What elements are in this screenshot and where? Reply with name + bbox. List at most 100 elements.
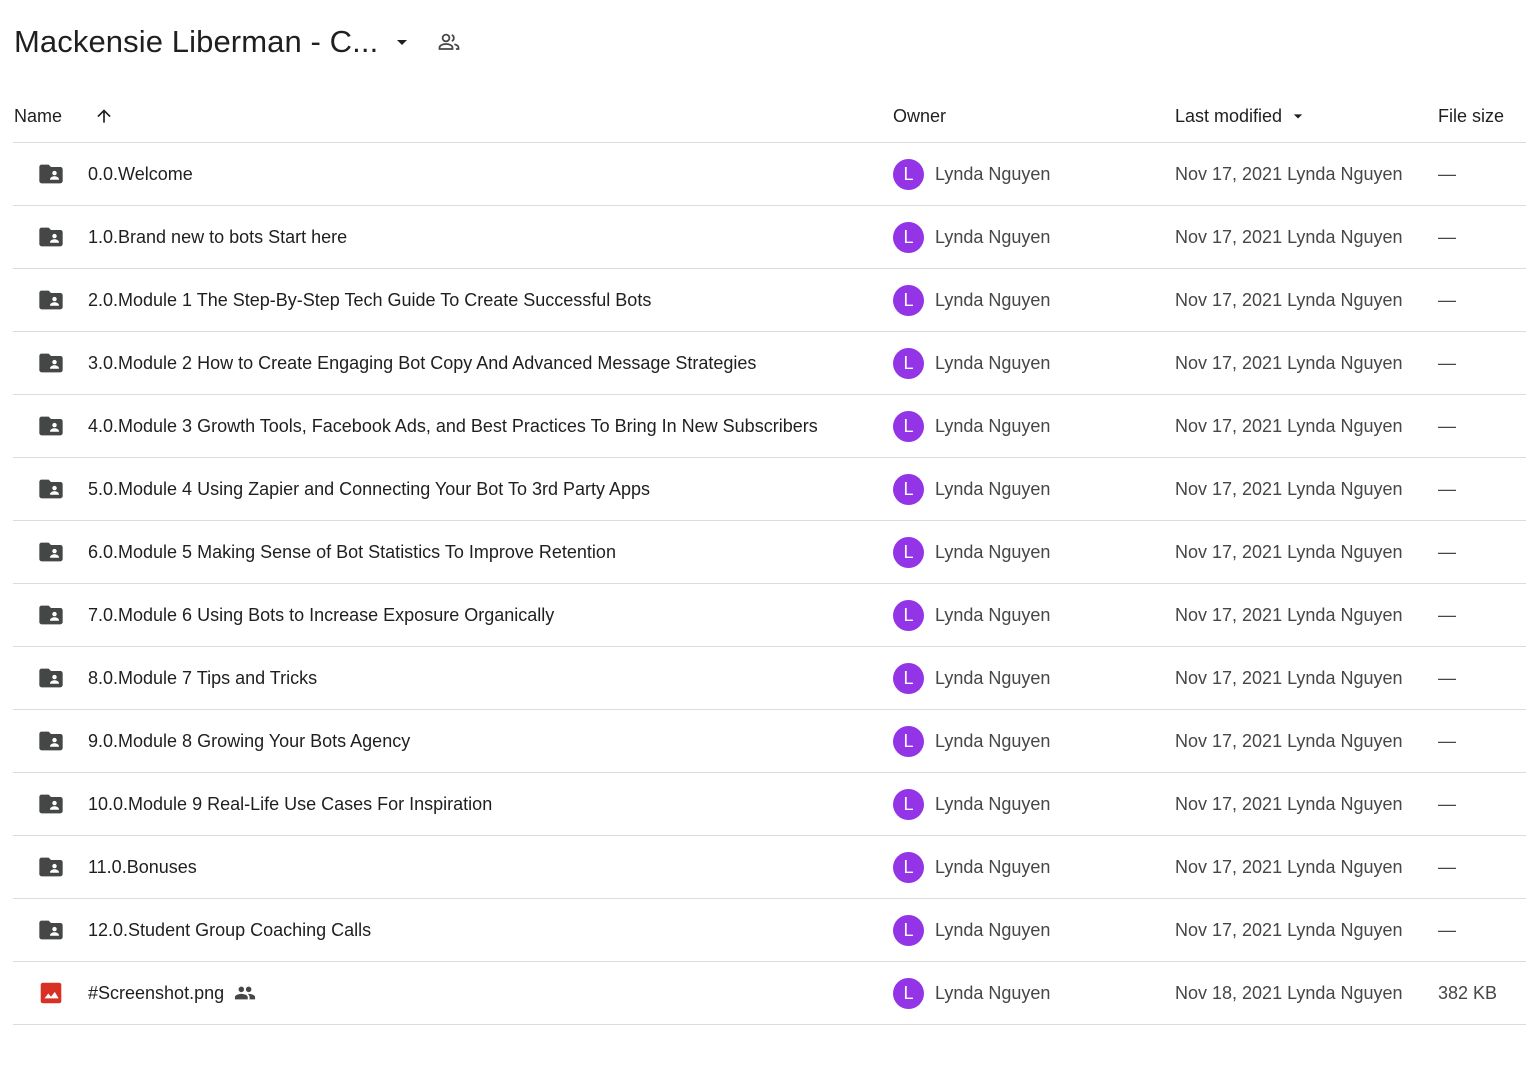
file-name-cell[interactable]: 9.0.Module 8 Growing Your Bots Agency [88,710,410,772]
last-modified-cell: Nov 17, 2021 Lynda Nguyen [1175,415,1403,436]
avatar[interactable]: L [893,410,924,442]
shared-folder-icon [37,899,65,961]
owner-name: Lynda Nguyen [935,667,1051,688]
shared-folder-icon [37,647,65,709]
owner-cell: L Lynda Nguyen [893,647,1050,709]
owner-cell: L Lynda Nguyen [893,899,1050,961]
file-name-cell[interactable]: 12.0.Student Group Coaching Calls [88,899,371,961]
avatar[interactable]: L [893,662,924,694]
last-modified-cell: Nov 17, 2021 Lynda Nguyen [1175,604,1403,625]
shared-folder-icon [37,332,65,394]
file-name-cell[interactable]: 0.0.Welcome [88,143,193,205]
file-size-cell: — [1438,226,1456,247]
file-row[interactable]: 11.0.Bonuses L Lynda Nguyen Nov 17, 2021 Ly… [13,836,1526,899]
file-row[interactable]: 5.0.Module 4 Using Zapier and Connecting… [13,458,1526,521]
file-row[interactable]: 10.0.Module 9 Real-Life Use Cases For In… [13,773,1526,836]
shared-folder-icon [37,143,65,205]
file-size-cell: — [1438,604,1456,625]
avatar[interactable]: L [893,158,924,190]
file-name-cell[interactable]: 3.0.Module 2 How to Create Engaging Bot … [88,332,756,394]
owner-name: Lynda Nguyen [935,289,1051,310]
owner-cell: L Lynda Nguyen [893,710,1050,772]
avatar[interactable]: L [893,536,924,568]
arrow-drop-down-icon[interactable] [390,30,414,54]
file-name-cell[interactable]: 1.0.Brand new to bots Start here [88,206,347,268]
last-modified-cell: Nov 17, 2021 Lynda Nguyen [1175,541,1403,562]
image-file-icon [37,962,65,1024]
shared-folder-icon [37,458,65,520]
arrow-drop-down-icon [1288,106,1308,126]
file-row[interactable]: 0.0.Welcome L Lynda Nguyen Nov 17, 2021 Lyn… [13,143,1526,206]
column-header-owner[interactable]: Owner [893,90,946,142]
avatar[interactable]: L [893,284,924,316]
folder-title[interactable]: Mackensie Liberman - C... [14,24,378,60]
avatar[interactable]: L [893,473,924,505]
owner-cell: L Lynda Nguyen [893,143,1050,205]
file-name-cell[interactable]: 11.0.Bonuses [88,836,197,898]
file-name-cell[interactable]: 10.0.Module 9 Real-Life Use Cases For In… [88,773,492,835]
avatar[interactable]: L [893,725,924,757]
owner-name: Lynda Nguyen [935,541,1051,562]
shared-folder-icon [37,710,65,772]
avatar[interactable]: L [893,347,924,379]
file-row[interactable]: 12.0.Student Group Coaching Calls L Lynda … [13,899,1526,962]
avatar[interactable]: L [893,599,924,631]
owner-cell: L Lynda Nguyen [893,584,1050,646]
owner-cell: L Lynda Nguyen [893,206,1050,268]
column-header-name[interactable]: Name [14,90,62,142]
avatar[interactable]: L [893,788,924,820]
file-row[interactable]: 6.0.Module 5 Making Sense of Bot Statist… [13,521,1526,584]
file-name: 11.0.Bonuses [88,856,197,877]
shared-folder-icon [37,395,65,457]
file-name-cell[interactable]: 2.0.Module 1 The Step-By-Step Tech Guide… [88,269,651,331]
file-name: 9.0.Module 8 Growing Your Bots Agency [88,730,411,751]
file-name: #Screenshot.png [88,982,225,1003]
column-header-last-modified[interactable]: Last modified [1175,90,1308,142]
owner-name: Lynda Nguyen [935,478,1051,499]
file-name-cell[interactable]: 5.0.Module 4 Using Zapier and Connecting… [88,458,650,520]
file-row[interactable]: 4.0.Module 3 Growth Tools, Facebook Ads,… [13,395,1526,458]
file-name: 5.0.Module 4 Using Zapier and Connecting… [88,478,651,499]
column-header-file-size[interactable]: File size [1438,90,1504,142]
file-size-cell: — [1438,415,1456,436]
shared-folder-icon [37,269,65,331]
drive-folder-view: Mackensie Liberman - C... Name Owner Las… [0,0,1526,1067]
file-row[interactable]: 3.0.Module 2 How to Create Engaging Bot … [13,332,1526,395]
shared-folder-icon [37,584,65,646]
owner-name: Lynda Nguyen [935,982,1051,1003]
avatar[interactable]: L [893,977,924,1009]
owner-name: Lynda Nguyen [935,352,1051,373]
file-name: 2.0.Module 1 The Step-By-Step Tech Guide… [88,289,652,310]
file-row[interactable]: 1.0.Brand new to bots Start here L Lynda N… [13,206,1526,269]
owner-name: Lynda Nguyen [935,604,1051,625]
last-modified-cell: Nov 17, 2021 Lynda Nguyen [1175,289,1403,310]
file-row[interactable]: 2.0.Module 1 The Step-By-Step Tech Guide… [13,269,1526,332]
file-name-cell[interactable]: 7.0.Module 6 Using Bots to Increase Expo… [88,584,554,646]
file-name-cell[interactable]: #Screenshot.png [88,962,256,1024]
file-row[interactable]: #Screenshot.png L Lynda Nguyen Nov 18, 2021… [13,962,1526,1025]
file-size-cell: — [1438,289,1456,310]
file-name-cell[interactable]: 6.0.Module 5 Making Sense of Bot Statist… [88,521,616,583]
file-name-cell[interactable]: 4.0.Module 3 Growth Tools, Facebook Ads,… [88,395,818,457]
file-name: 6.0.Module 5 Making Sense of Bot Statist… [88,541,616,562]
owner-name: Lynda Nguyen [935,856,1051,877]
file-name-cell[interactable]: 8.0.Module 7 Tips and Tricks [88,647,317,709]
owner-cell: L Lynda Nguyen [893,836,1050,898]
shared-people-icon[interactable] [436,29,462,55]
arrow-up-icon[interactable] [93,90,115,142]
last-modified-cell: Nov 18, 2021 Lynda Nguyen [1175,982,1403,1003]
file-name: 7.0.Module 6 Using Bots to Increase Expo… [88,604,555,625]
owner-cell: L Lynda Nguyen [893,521,1050,583]
owner-cell: L Lynda Nguyen [893,458,1050,520]
avatar[interactable]: L [893,221,924,253]
file-row[interactable]: 8.0.Module 7 Tips and Tricks L Lynda Nguye… [13,647,1526,710]
file-row[interactable]: 9.0.Module 8 Growing Your Bots Agency L Ly… [13,710,1526,773]
avatar[interactable]: L [893,851,924,883]
owner-name: Lynda Nguyen [935,226,1051,247]
file-row[interactable]: 7.0.Module 6 Using Bots to Increase Expo… [13,584,1526,647]
file-name: 10.0.Module 9 Real-Life Use Cases For In… [88,793,493,814]
shared-folder-icon [37,206,65,268]
last-modified-cell: Nov 17, 2021 Lynda Nguyen [1175,793,1403,814]
avatar[interactable]: L [893,914,924,946]
file-name: 4.0.Module 3 Growth Tools, Facebook Ads,… [88,415,818,436]
